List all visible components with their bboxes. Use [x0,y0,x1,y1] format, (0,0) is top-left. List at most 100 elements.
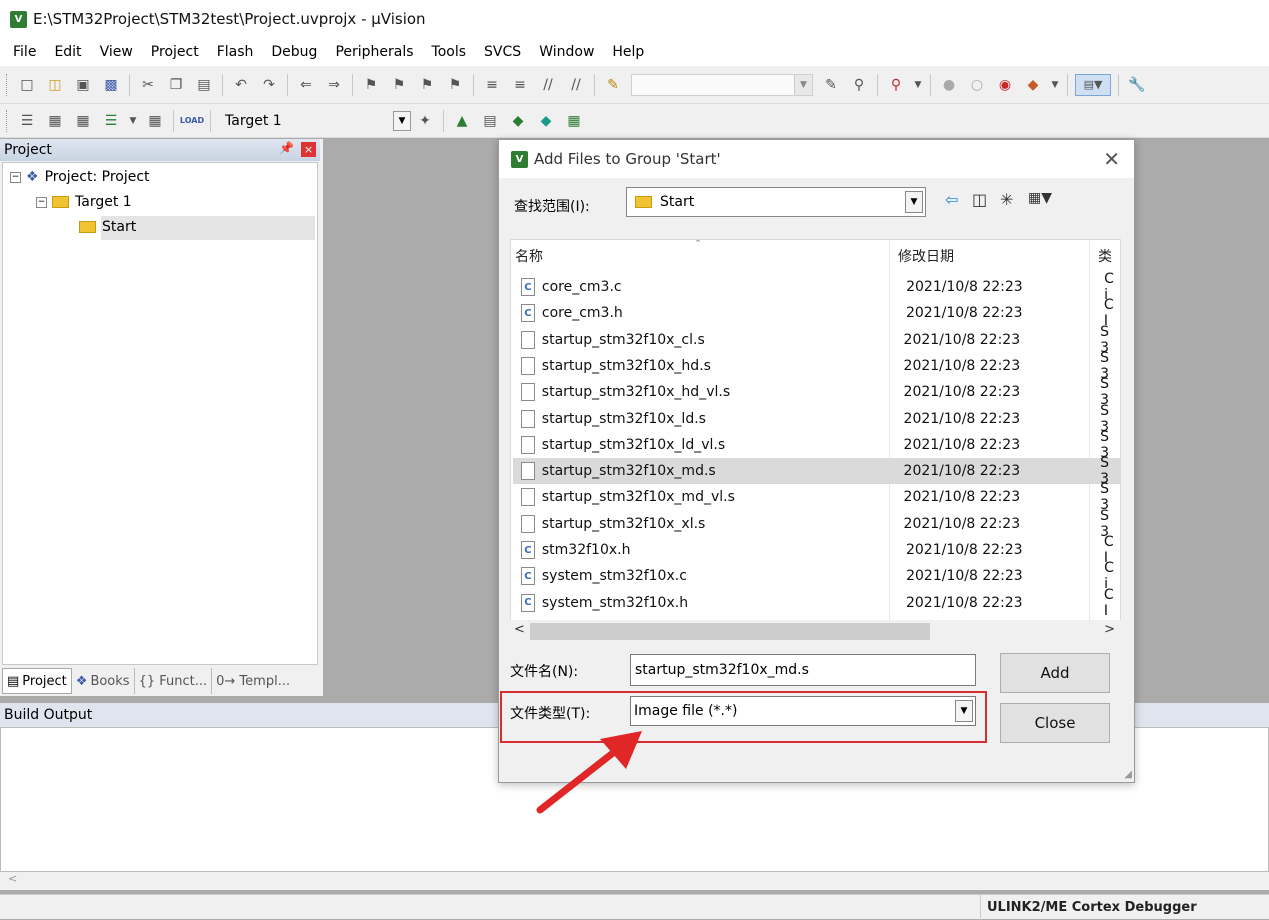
next-bookmark-icon[interactable]: ⚑ [416,74,438,96]
debug-session-icon[interactable]: ⚲ [885,74,907,96]
close-button[interactable]: Close [1000,703,1110,743]
prev-bookmark-icon[interactable]: ⚑ [388,74,410,96]
toolbar-grip[interactable] [6,109,9,132]
find-in-files-icon[interactable]: ✎ [602,74,624,96]
download-load-icon[interactable]: LOAD [180,110,204,132]
dropdown-arrow-icon[interactable]: ▼ [1050,74,1060,96]
file-row[interactable]: startup_stm32f10x_ld_vl.s 2021/10/8 22:23… [513,429,1120,461]
chevron-down-icon[interactable]: ▼ [794,74,812,95]
window-layout-icon[interactable]: ▤▼ [1075,73,1111,96]
configure-icon[interactable]: 🔧 [1126,74,1148,96]
dropdown-arrow-icon[interactable]: ▼ [913,74,923,96]
file-list-scrollbar[interactable]: < > [510,620,1121,644]
menu-tools[interactable]: Tools [423,38,476,66]
pin-icon[interactable]: 📌 [279,141,294,155]
menu-edit[interactable]: Edit [45,38,90,66]
scroll-left-icon[interactable]: < [514,622,525,637]
uncomment-icon[interactable]: // [565,74,587,96]
menu-file[interactable]: File [4,38,45,66]
column-header-name[interactable]: 名称 [511,240,543,274]
cut-icon[interactable]: ✂ [137,74,159,96]
target-select[interactable]: Target 1 [225,113,393,129]
collapse-icon[interactable]: − [36,196,47,208]
manage-project-items-icon[interactable]: ▤ [479,110,501,132]
column-header-date[interactable]: 修改日期 [894,240,954,274]
menu-help[interactable]: Help [603,38,653,66]
menu-project[interactable]: Project [142,38,208,66]
pack-installer-icon[interactable]: ▦ [563,110,585,132]
file-row[interactable]: startup_stm32f10x_ld.s 2021/10/8 22:23 S 3 [513,403,1120,435]
undo-icon[interactable]: ↶ [230,74,252,96]
tree-node-project[interactable]: − ❖ Project: Project [10,166,150,188]
build-output-scrollbar[interactable]: < [0,872,1269,890]
new-folder-icon[interactable]: ✳ [1000,190,1013,209]
open-folder-icon[interactable]: ◫ [44,74,66,96]
tree-node-target[interactable]: − Target 1 [36,191,132,213]
translate-icon[interactable]: ☰ [16,110,38,132]
comment-icon[interactable]: // [537,74,559,96]
breakpoint-kill-icon[interactable]: ◉ [994,74,1016,96]
look-in-combo[interactable]: Start ▼ [626,187,926,217]
column-header-type[interactable]: 类 [1094,240,1112,274]
save-icon[interactable]: ▣ [72,74,94,96]
kill-all-breakpoints-icon[interactable]: ◆ [1022,74,1044,96]
clear-bookmarks-icon[interactable]: ⚑ [444,74,466,96]
menu-view[interactable]: View [91,38,142,66]
file-list[interactable]: 名称 ˆ 修改日期 类 Ccore_cm3.c 2021/10/8 22:23 C … [510,239,1121,644]
file-row[interactable]: Csystem_stm32f10x.h 2021/10/8 22:23 C I [513,587,1120,619]
file-row[interactable]: Ccore_cm3.h 2021/10/8 22:23 C I [513,297,1120,329]
scroll-right-icon[interactable]: > [1104,622,1115,637]
rebuild-icon[interactable]: ▦ [72,110,94,132]
file-row[interactable]: Csystem_stm32f10x.c 2021/10/8 22:23 C i [513,560,1120,592]
menu-svcs[interactable]: SVCS [475,38,530,66]
toolbar-grip[interactable] [6,73,9,96]
view-menu-icon[interactable]: ▦▼ [1028,190,1052,206]
indent-icon[interactable]: ≡ [481,74,503,96]
collapse-icon[interactable]: − [10,171,21,183]
find-combo[interactable]: ▼ [631,73,813,96]
save-all-icon[interactable]: ▩ [100,74,122,96]
tab-functions[interactable]: {} Funct... [135,668,213,694]
batch-build-icon[interactable]: ☰ [100,110,122,132]
bookmark-icon[interactable]: ⚑ [360,74,382,96]
copy-icon[interactable]: ❐ [165,74,187,96]
close-icon[interactable]: ✕ [1103,149,1120,169]
target-options-icon[interactable]: ✦ [414,110,436,132]
up-folder-icon[interactable]: ◫ [972,190,987,209]
menu-peripherals[interactable]: Peripherals [326,38,422,66]
dropdown-arrow-icon[interactable]: ▼ [128,110,138,132]
file-row[interactable]: startup_stm32f10x_md.s 2021/10/8 22:23 S 3 [513,455,1120,487]
tab-project[interactable]: ▤ Project [2,668,72,694]
unindent-icon[interactable]: ≡ [509,74,531,96]
new-file-icon[interactable]: □ [16,74,38,96]
chevron-down-icon[interactable]: ▼ [393,110,411,131]
nav-back-icon[interactable]: ⇐ [295,74,317,96]
scrollbar-thumb[interactable] [530,623,930,640]
breakpoint-disable-icon[interactable]: ○ [966,74,988,96]
file-row[interactable]: Cstm32f10x.h 2021/10/8 22:23 C I [513,534,1120,566]
stop-build-icon[interactable]: ▦ [144,110,166,132]
build-icon[interactable]: ▦ [44,110,66,132]
back-arrow-icon[interactable]: ⇦ [945,190,958,209]
close-icon[interactable]: × [301,142,316,157]
nav-forward-icon[interactable]: ⇒ [323,74,345,96]
tree-node-group-start[interactable]: Start [79,216,136,238]
menu-debug[interactable]: Debug [262,38,326,66]
file-row[interactable]: startup_stm32f10x_cl.s 2021/10/8 22:23 S 3 [513,324,1120,356]
file-row[interactable]: startup_stm32f10x_md_vl.s 2021/10/8 22:23… [513,481,1120,513]
file-row[interactable]: Ccore_cm3.c 2021/10/8 22:23 C i [513,271,1120,303]
chevron-down-icon[interactable]: ▼ [905,191,923,213]
menu-flash[interactable]: Flash [208,38,263,66]
resize-grip-icon[interactable]: ◢ [1124,769,1132,780]
breakpoint-icon[interactable]: ● [938,74,960,96]
zoom-icon[interactable]: ⚲ [848,74,870,96]
tab-books[interactable]: ❖ Books [72,668,135,694]
incremental-find-icon[interactable]: ✎ [820,74,842,96]
add-button[interactable]: Add [1000,653,1110,693]
tab-templates[interactable]: 0→ Templ... [212,668,294,694]
file-row[interactable]: startup_stm32f10x_hd_vl.s 2021/10/8 22:23… [513,376,1120,408]
redo-icon[interactable]: ↷ [258,74,280,96]
file-row[interactable]: startup_stm32f10x_xl.s 2021/10/8 22:23 S 3 [513,508,1120,540]
select-packs-icon[interactable]: ◆ [535,110,557,132]
file-extensions-icon[interactable]: ▲ [451,110,473,132]
